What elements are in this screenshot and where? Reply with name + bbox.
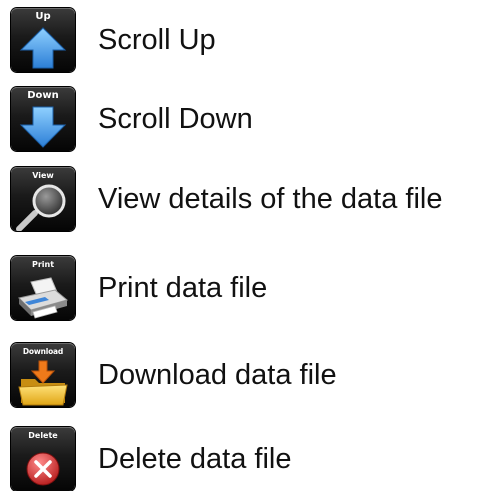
view-button-caption: View xyxy=(32,171,54,180)
delete-x-icon xyxy=(26,452,60,486)
delete-button-caption: Delete xyxy=(28,431,58,440)
print-button[interactable]: Print xyxy=(11,256,75,320)
scroll-up-label: Scroll Up xyxy=(98,23,216,56)
download-button[interactable]: Download xyxy=(11,343,75,407)
scroll-up-button-caption: Up xyxy=(35,11,51,22)
button-legend: Up Scroll Up Down Scroll Down View View … xyxy=(0,0,484,491)
scroll-down-button[interactable]: Down xyxy=(11,87,75,151)
view-button[interactable]: View xyxy=(11,167,75,231)
printer-icon xyxy=(18,277,69,319)
download-button-caption: Download xyxy=(22,347,64,356)
arrow-down-icon xyxy=(19,106,67,148)
print-button-caption: Print xyxy=(31,260,55,269)
legend-row-scroll-up: Up Scroll Up xyxy=(11,8,216,72)
download-label: Download data file xyxy=(98,358,337,391)
view-details-label: View details of the data file xyxy=(98,182,443,215)
delete-button[interactable]: Delete xyxy=(11,427,75,491)
print-label: Print data file xyxy=(98,271,268,304)
magnifier-icon xyxy=(16,184,66,231)
scroll-down-label: Scroll Down xyxy=(98,102,253,135)
folder-download-icon xyxy=(18,360,68,406)
legend-row-scroll-down: Down Scroll Down xyxy=(11,87,253,151)
legend-row-view: View View details of the data file xyxy=(11,167,442,231)
legend-row-print: Print Print data file xyxy=(11,256,267,320)
arrow-up-icon xyxy=(19,27,67,69)
legend-row-download: Download Download data file xyxy=(11,343,337,407)
legend-row-delete: Delete Delete data file xyxy=(11,427,291,491)
delete-label: Delete data file xyxy=(98,442,292,475)
scroll-down-button-caption: Down xyxy=(27,90,59,101)
scroll-up-button[interactable]: Up xyxy=(11,8,75,72)
